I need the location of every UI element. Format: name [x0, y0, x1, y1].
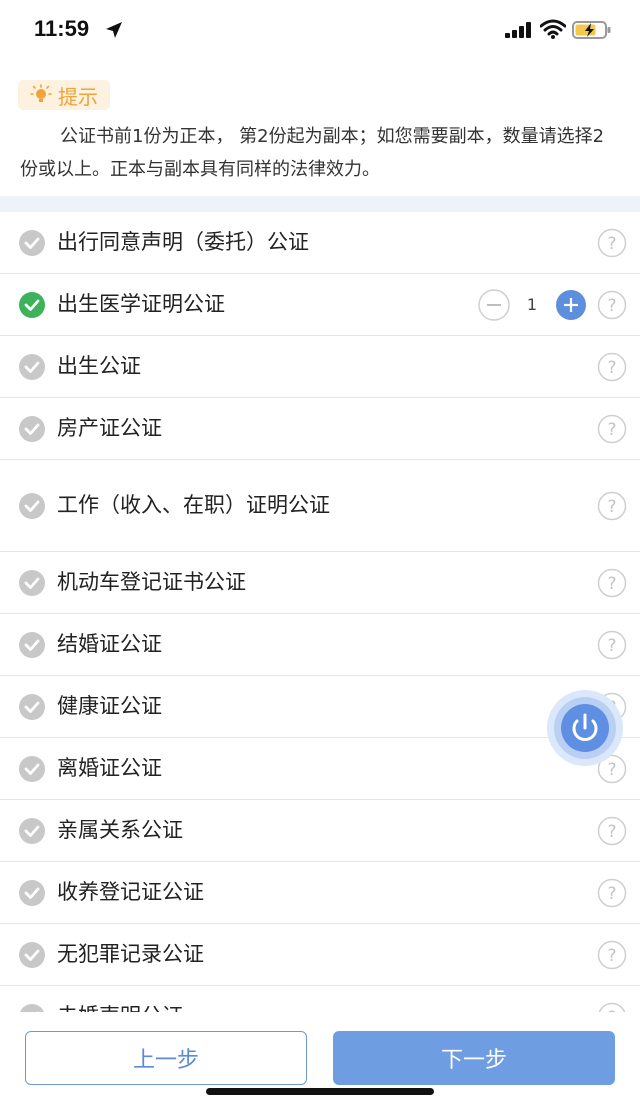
- item-label: 房产证公证: [57, 416, 162, 440]
- wifi-icon: [540, 19, 566, 39]
- tip-label: 提示: [58, 84, 98, 109]
- question-mark-icon[interactable]: ?: [597, 630, 627, 660]
- question-mark-icon[interactable]: ?: [597, 1002, 627, 1013]
- list-item[interactable]: 无犯罪记录公证 ?: [0, 924, 640, 986]
- tip-text: 公证书前1份为正本， 第2份起为副本；如您需要副本，数量请选择2份或以上。正本与…: [20, 126, 605, 180]
- question-mark-icon[interactable]: ?: [597, 568, 627, 598]
- plus-circle-icon[interactable]: [555, 289, 587, 321]
- list-item[interactable]: 未婚声明公证 ?: [0, 986, 640, 1012]
- item-label: 工作（收入、在职）证明公证: [57, 493, 330, 517]
- lightbulb-icon: [30, 84, 52, 102]
- svg-text:?: ?: [607, 822, 616, 842]
- svg-text:?: ?: [607, 497, 616, 517]
- notary-item-list: 出行同意声明（委托）公证 ? 出生医学证明公证 1 ? 出生公证 ? 房产证公证…: [0, 212, 640, 1012]
- svg-text:?: ?: [607, 636, 616, 656]
- minus-circle-icon[interactable]: [478, 288, 510, 321]
- svg-text:?: ?: [607, 420, 616, 440]
- item-label: 机动车登记证书公证: [57, 570, 246, 594]
- svg-text:?: ?: [607, 946, 616, 966]
- list-item[interactable]: 离婚证公证 ?: [0, 738, 640, 800]
- home-indicator: [206, 1088, 434, 1095]
- battery-charging-icon: [572, 21, 611, 39]
- cellular-signal-icon: [505, 22, 531, 38]
- check-circle-icon[interactable]: [18, 353, 46, 381]
- prev-step-button[interactable]: 上一步: [25, 1031, 307, 1085]
- check-circle-icon[interactable]: [18, 415, 46, 443]
- question-mark-icon[interactable]: ?: [597, 816, 627, 846]
- question-mark-icon[interactable]: ?: [597, 878, 627, 908]
- check-circle-icon[interactable]: [18, 291, 46, 319]
- question-mark-icon[interactable]: ?: [597, 940, 627, 970]
- section-divider: [0, 196, 640, 212]
- check-circle-icon[interactable]: [18, 941, 46, 969]
- power-float-button[interactable]: [545, 688, 625, 768]
- list-item[interactable]: 健康证公证 ?: [0, 676, 640, 738]
- svg-text:?: ?: [607, 234, 616, 254]
- check-circle-icon[interactable]: [18, 693, 46, 721]
- list-item[interactable]: 结婚证公证 ?: [0, 614, 640, 676]
- status-bar: 11:59: [0, 0, 640, 60]
- item-label: 出生公证: [57, 354, 141, 378]
- list-item[interactable]: 出行同意声明（委托）公证 ?: [0, 212, 640, 274]
- svg-text:?: ?: [607, 296, 616, 316]
- item-label: 出生医学证明公证: [57, 292, 225, 316]
- item-label: 收养登记证公证: [57, 880, 204, 904]
- check-circle-icon[interactable]: [18, 631, 46, 659]
- list-item[interactable]: 机动车登记证书公证 ?: [0, 552, 640, 614]
- list-item[interactable]: 出生医学证明公证 1 ?: [0, 274, 640, 336]
- item-label: 结婚证公证: [57, 632, 162, 656]
- item-label: 无犯罪记录公证: [57, 942, 204, 966]
- question-mark-icon[interactable]: ?: [597, 491, 627, 521]
- check-circle-icon[interactable]: [18, 492, 46, 520]
- question-mark-icon[interactable]: ?: [597, 228, 627, 258]
- list-item[interactable]: 工作（收入、在职）证明公证 ?: [0, 460, 640, 552]
- check-circle-icon[interactable]: [18, 1003, 46, 1013]
- item-label: 离婚证公证: [57, 756, 162, 780]
- check-circle-icon[interactable]: [18, 755, 46, 783]
- next-step-button[interactable]: 下一步: [333, 1031, 615, 1085]
- question-mark-icon[interactable]: ?: [597, 290, 627, 320]
- item-label: 亲属关系公证: [57, 818, 183, 842]
- list-item[interactable]: 收养登记证公证 ?: [0, 862, 640, 924]
- svg-text:?: ?: [607, 358, 616, 378]
- list-item[interactable]: 亲属关系公证 ?: [0, 800, 640, 862]
- item-label: 健康证公证: [57, 694, 162, 718]
- check-circle-icon[interactable]: [18, 879, 46, 907]
- item-label: 未婚声明公证: [57, 1001, 367, 1012]
- question-mark-icon[interactable]: ?: [597, 352, 627, 382]
- tip-badge: 提示: [18, 80, 110, 110]
- item-label: 出行同意声明（委托）公证: [57, 230, 309, 254]
- check-circle-icon[interactable]: [18, 817, 46, 845]
- status-time: 11:59: [34, 16, 90, 41]
- list-item[interactable]: 房产证公证 ?: [0, 398, 640, 460]
- svg-text:?: ?: [607, 574, 616, 594]
- question-mark-icon[interactable]: ?: [597, 414, 627, 444]
- svg-text:?: ?: [607, 884, 616, 904]
- check-circle-icon[interactable]: [18, 569, 46, 597]
- location-arrow-icon: [106, 22, 122, 38]
- quantity-value: 1: [526, 295, 538, 314]
- list-item[interactable]: 出生公证 ?: [0, 336, 640, 398]
- check-circle-icon[interactable]: [18, 229, 46, 257]
